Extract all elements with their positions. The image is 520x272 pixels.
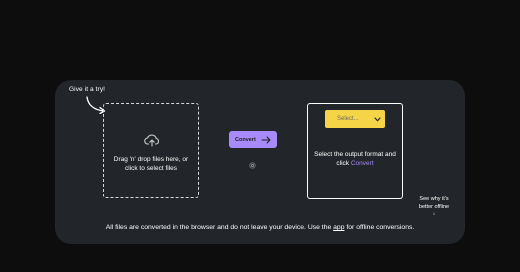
footer-text-before: All files are converted in the browser a… [105, 224, 334, 231]
down-arrow-icon: ↓ [432, 211, 436, 217]
dropzone-text: Drag 'n' drop files here, or click to se… [113, 156, 189, 172]
convert-button[interactable]: Convert [229, 131, 277, 148]
convert-button-label: Convert [235, 136, 256, 143]
chevron-down-icon [374, 116, 381, 121]
upload-cloud-icon [144, 134, 160, 147]
offline-note[interactable]: See why it's better offline ↓ [413, 195, 455, 217]
arrow-right-icon [261, 136, 271, 143]
gear-icon[interactable] [248, 161, 257, 170]
footer-note: All files are converted in the browser a… [55, 224, 465, 231]
output-instructions: Select the output format and click Conve… [311, 150, 399, 168]
output-format-panel: Select... Select the output format and c… [307, 103, 403, 199]
file-dropzone[interactable]: Drag 'n' drop files here, or click to se… [103, 103, 199, 198]
try-hint-label: Give it a try! [69, 86, 106, 93]
output-convert-link[interactable]: Convert [351, 160, 374, 167]
page-background: Give it a try! Drag 'n' drop files here,… [0, 0, 520, 272]
app-link[interactable]: app [333, 224, 344, 231]
output-format-select[interactable]: Select... [325, 110, 385, 128]
output-format-select-value: Select... [337, 116, 359, 122]
offline-note-text: See why it's better offline [418, 196, 450, 210]
footer-text-after: for offline conversions. [344, 224, 415, 231]
